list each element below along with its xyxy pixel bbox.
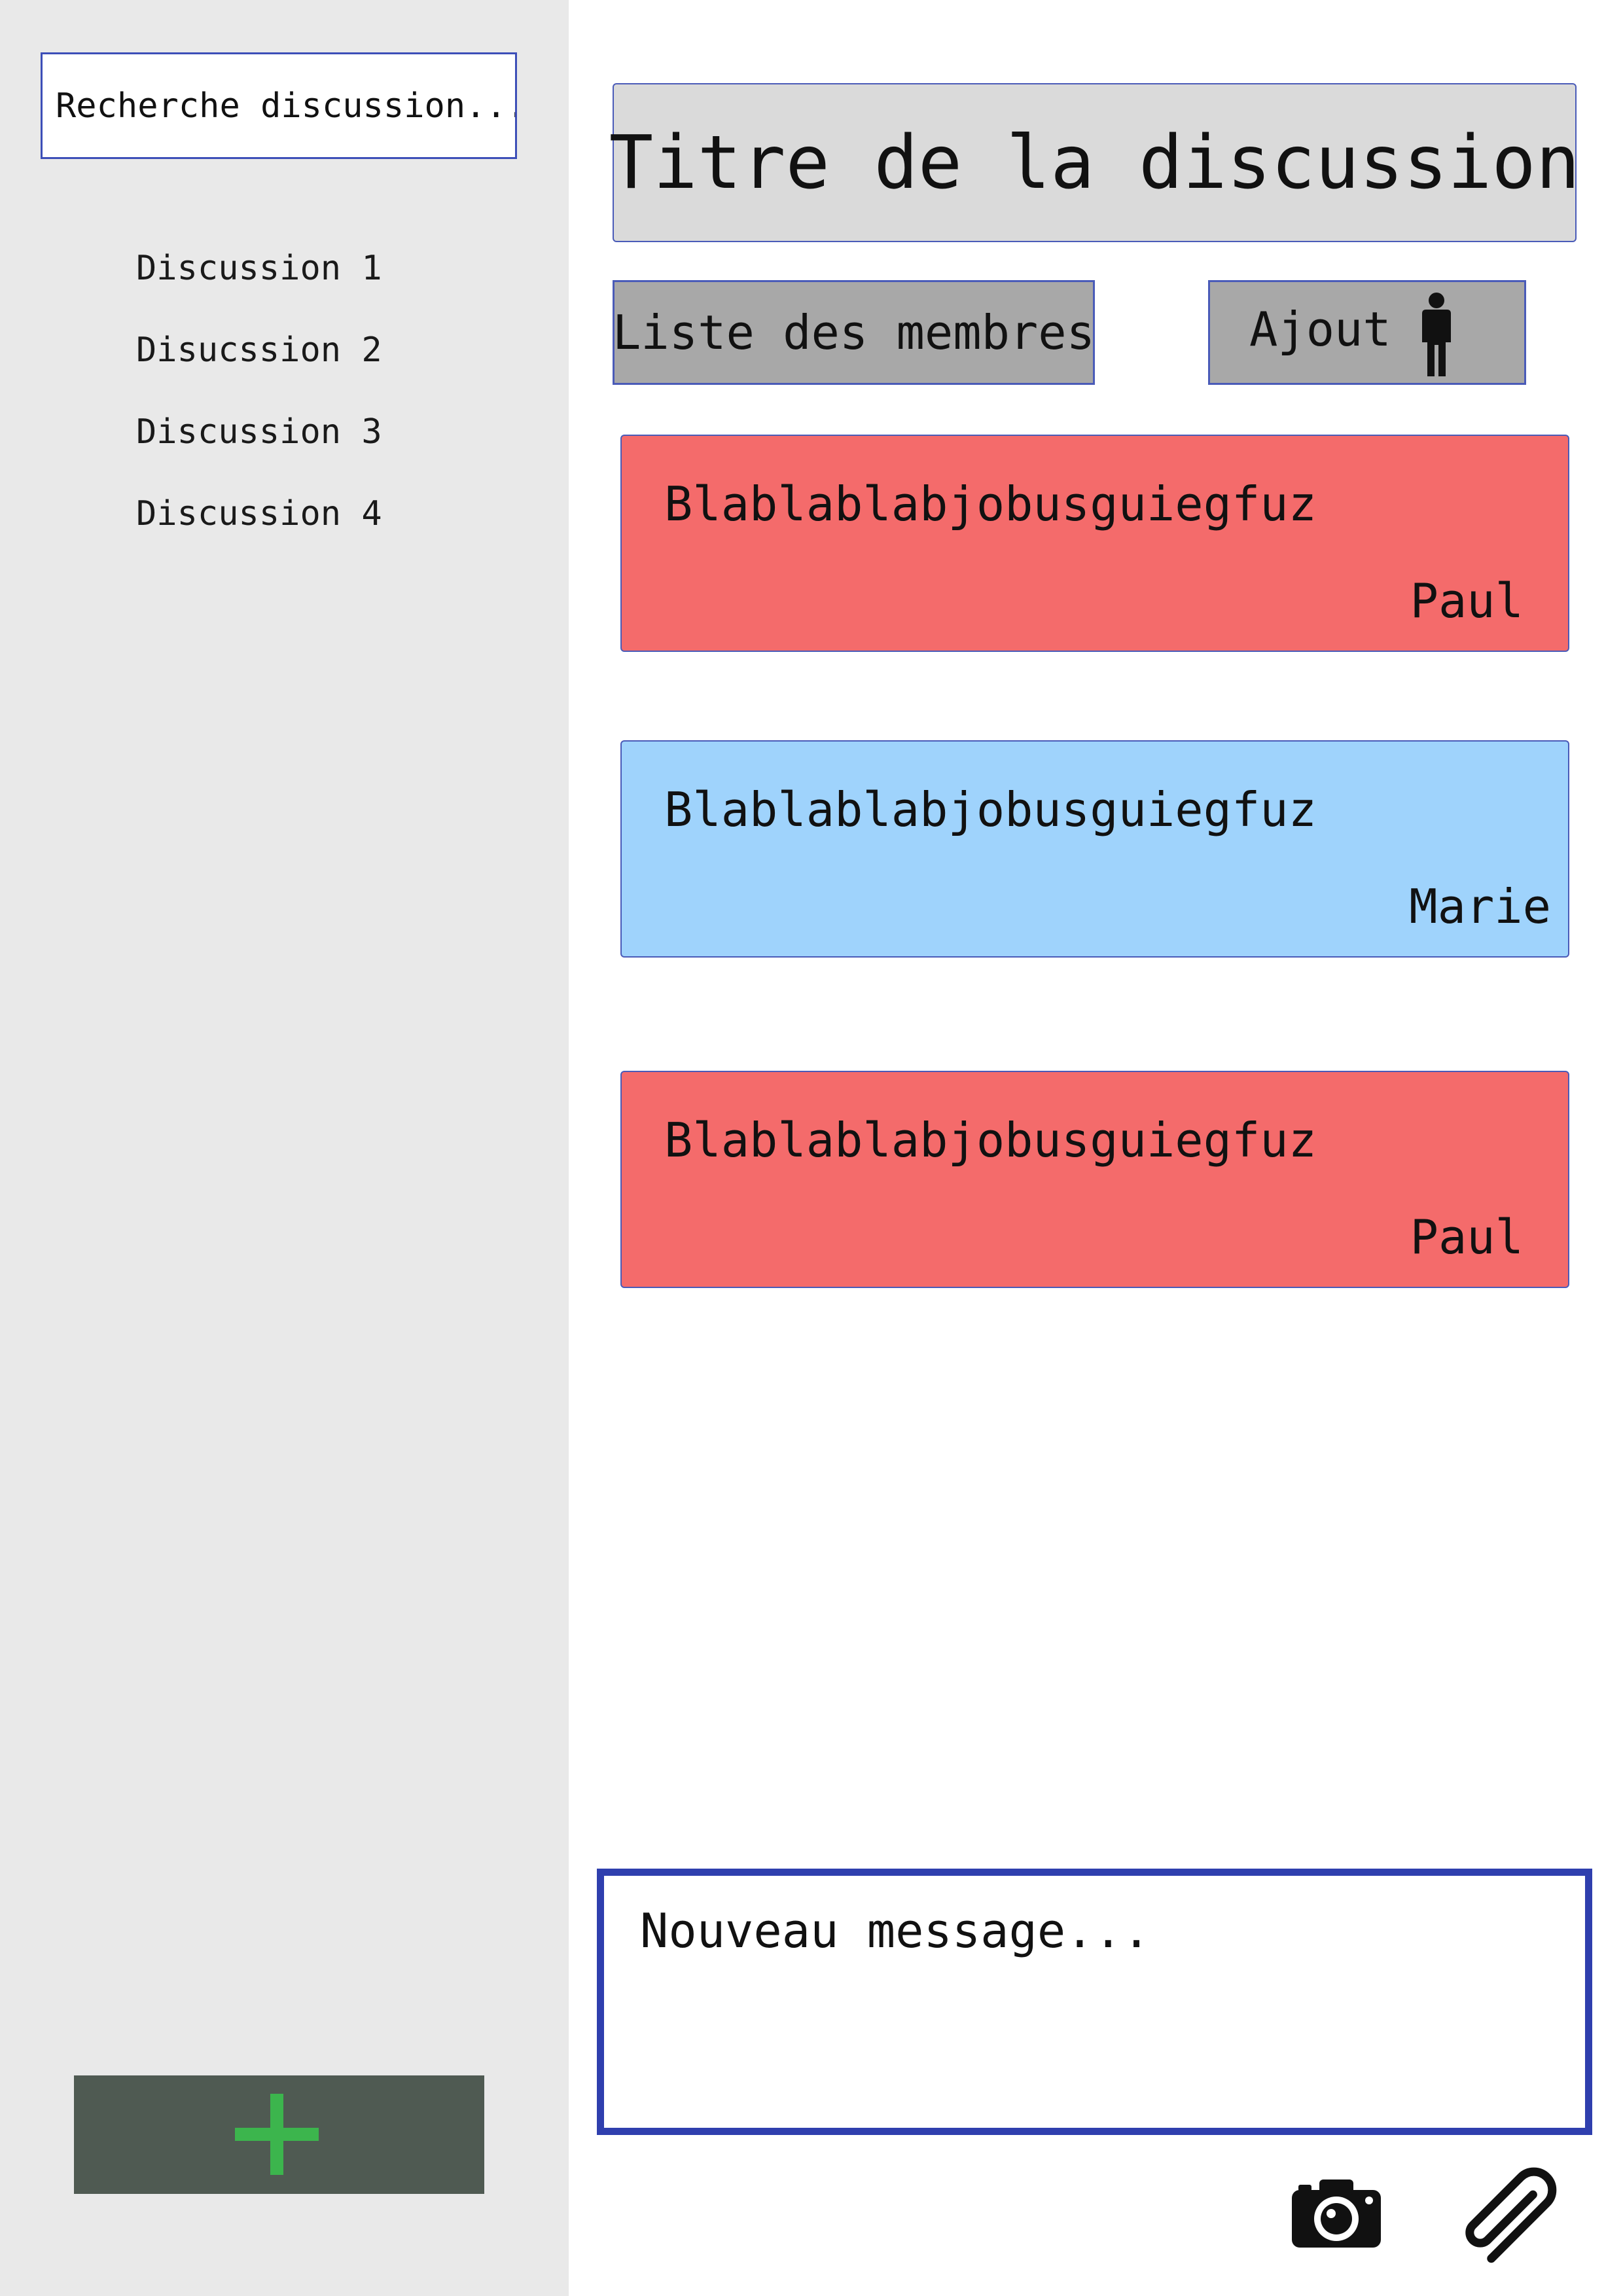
message-text: Blablablabjobusguiegfuz [664,1113,1317,1168]
message-bubble: Blablablabjobusguiegfuz Paul [620,435,1569,652]
message-bubble: Blablablabjobusguiegfuz Paul [620,1071,1569,1288]
conversation-item[interactable]: Discussion 1 [136,236,382,317]
camera-icon[interactable] [1291,2177,1382,2253]
conversation-list: Discussion 1 Disucssion 2 Discussion 3 D… [136,236,382,563]
members-list-label: Liste des membres [613,305,1095,360]
message-author: Marie [1409,879,1551,934]
message-author: Paul [1410,573,1524,628]
search-placeholder: Recherche discussion... [56,86,517,126]
conversation-item[interactable]: Discussion 3 [136,399,382,481]
person-icon [1418,291,1455,380]
message-text: Blablablabjobusguiegfuz [664,782,1317,837]
search-discussion-input[interactable]: Recherche discussion... [41,52,517,159]
sidebar: Recherche discussion... Discussion 1 Dis… [0,0,569,2296]
message-text: Blablablabjobusguiegfuz [664,476,1317,531]
conversation-item[interactable]: Discussion 4 [136,481,382,563]
discussion-title: Titre de la discussion [609,83,1580,242]
conversation-item[interactable]: Disucssion 2 [136,317,382,399]
message-bubble: Blablablabjobusguiegfuz Marie [620,740,1569,958]
add-member-button[interactable]: Ajout [1208,280,1526,385]
new-conversation-button[interactable] [74,2075,484,2194]
message-author: Paul [1410,1210,1524,1265]
new-message-input[interactable]: Nouveau message... [597,1869,1592,2135]
new-message-placeholder: Nouveau message... [640,1903,1151,1958]
members-list-button[interactable]: Liste des membres [613,280,1095,385]
paperclip-icon[interactable] [1448,2153,1578,2280]
discussion-title-text: Titre de la discussion [609,120,1580,206]
add-member-label: Ajout [1249,302,1391,357]
